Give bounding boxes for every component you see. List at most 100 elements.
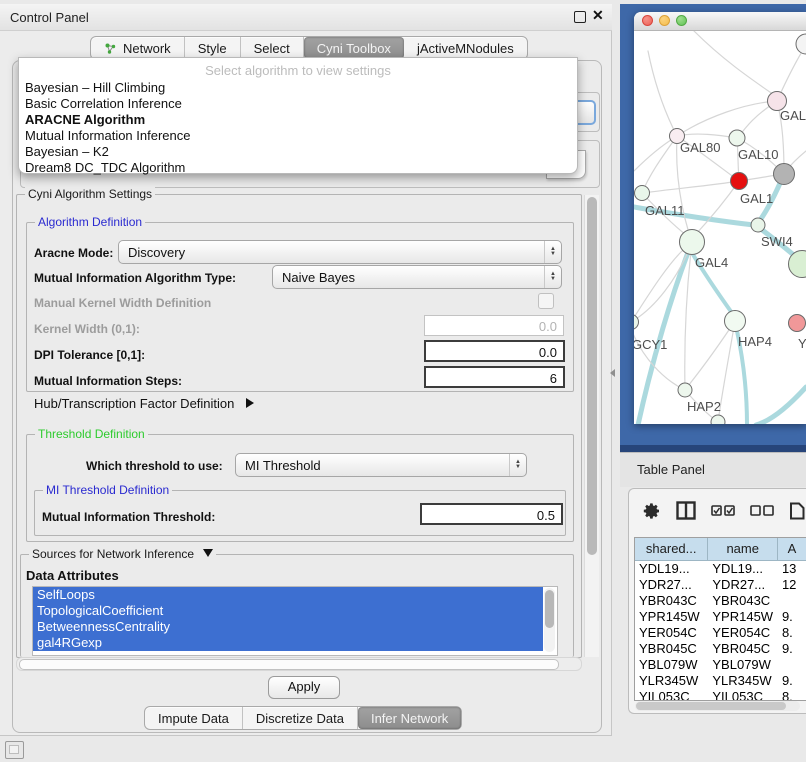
bottom-left-panel-grip[interactable] <box>5 741 24 759</box>
tab-impute-data[interactable]: Impute Data <box>145 707 243 729</box>
table-row[interactable]: YIL053CYIL053C8. <box>635 689 806 701</box>
table-cell[interactable]: YER054C <box>708 625 778 641</box>
data-attribute-item[interactable]: gal4RGexp <box>33 635 543 651</box>
network-node-y[interactable] <box>789 315 806 332</box>
settings-gear-icon[interactable] <box>643 502 661 520</box>
table-cell[interactable]: YPR145W <box>635 609 708 625</box>
table-cell[interactable]: YDL19... <box>635 561 708 577</box>
table-cell[interactable]: YPR145W <box>708 609 778 625</box>
network-node-hap2[interactable] <box>678 383 692 397</box>
network-edge[interactable] <box>634 242 692 322</box>
network-node-gal11[interactable] <box>635 186 650 201</box>
column-header-2[interactable]: name <box>708 538 778 560</box>
algorithm-option[interactable]: Basic Correlation Inference <box>19 96 577 112</box>
table-cell[interactable]: YLR345W <box>635 673 708 689</box>
table-cell[interactable]: YBL079W <box>635 657 708 673</box>
algorithm-option[interactable]: Dream8 DC_TDC Algorithm <box>19 160 577 176</box>
algorithm-option[interactable]: Bayesian – K2 <box>19 144 577 160</box>
network-view-window[interactable]: GALGAL80GAL10GAL1GAL11SWI4GAL4HAP4YGCY1H… <box>634 12 806 424</box>
table-cell[interactable]: 13 <box>778 561 806 577</box>
tab-cyni-toolbox[interactable]: Cyni Toolbox <box>304 37 404 59</box>
deselect-all-icon[interactable] <box>750 505 774 517</box>
table-horizontal-scrollbar[interactable] <box>635 701 800 711</box>
network-edge[interactable] <box>696 181 739 234</box>
table-cell[interactable]: YIL053C <box>708 689 778 701</box>
hub-definition-section[interactable]: Hub/Transcription Factor Definition <box>34 396 254 411</box>
network-edge[interactable] <box>688 321 735 386</box>
column-header-3[interactable]: A <box>778 538 806 560</box>
table-cell[interactable]: YBR043C <box>635 593 708 609</box>
dpi-tolerance-field[interactable]: 0.0 <box>424 340 565 362</box>
table-cell[interactable]: YER054C <box>635 625 708 641</box>
table-row[interactable]: YBR045CYBR045C9. <box>635 641 806 657</box>
network-node-gcy1[interactable] <box>634 315 639 330</box>
tab-infer-network[interactable]: Infer Network <box>358 707 461 729</box>
zoom-traffic-light[interactable] <box>676 15 687 26</box>
close-traffic-light[interactable] <box>642 15 653 26</box>
table-cell[interactable]: 9. <box>778 641 806 657</box>
settings-vertical-scrollbar[interactable] <box>584 195 599 657</box>
table-cell[interactable]: YBR045C <box>708 641 778 657</box>
network-node-gal10[interactable] <box>729 130 745 146</box>
select-all-icon[interactable] <box>711 505 735 517</box>
table-row[interactable]: YER054CYER054C8. <box>635 625 806 641</box>
data-attribute-item[interactable]: SelfLoops <box>33 587 543 603</box>
table-cell[interactable]: 8. <box>778 689 806 701</box>
table-cell[interactable]: 9. <box>778 609 806 625</box>
network-node[interactable] <box>774 164 795 185</box>
data-attribute-item[interactable]: TopologicalCoefficient <box>33 603 543 619</box>
algorithm-option[interactable]: ARACNE Algorithm <box>19 112 577 128</box>
settings-vscrollbar-thumb[interactable] <box>587 197 597 555</box>
network-node-swi4[interactable] <box>751 218 765 232</box>
table-row[interactable]: YBR043CYBR043C <box>635 593 806 609</box>
manual-kernel-checkbox[interactable] <box>538 293 554 309</box>
document-icon[interactable] <box>789 502 805 520</box>
kernel-width-field[interactable]: 0.0 <box>424 315 564 336</box>
which-threshold-combobox[interactable]: MI Threshold ▲▼ <box>235 453 527 477</box>
table-cell[interactable]: YBL079W <box>708 657 778 673</box>
network-edge[interactable] <box>756 387 806 424</box>
aracne-mode-combobox[interactable]: Discovery ▲▼ <box>118 240 562 264</box>
table-cell[interactable]: 12 <box>778 577 806 593</box>
table-cell[interactable]: 9. <box>778 673 806 689</box>
data-attribute-item[interactable]: BetweennessCentrality <box>33 619 543 635</box>
network-node[interactable] <box>711 415 725 424</box>
table-cell[interactable] <box>778 657 806 673</box>
table-row[interactable]: YDL19...YDL19...13 <box>635 561 806 577</box>
tab-discretize-data[interactable]: Discretize Data <box>243 707 358 729</box>
network-canvas[interactable]: GALGAL80GAL10GAL1GAL11SWI4GAL4HAP4YGCY1H… <box>634 31 806 424</box>
expanded-arrow-icon[interactable] <box>203 549 213 557</box>
algorithm-option[interactable]: Mutual Information Inference <box>19 128 577 144</box>
splitter-collapse-icon[interactable] <box>610 369 615 377</box>
table-row[interactable]: YPR145WYPR145W9. <box>635 609 806 625</box>
attributes-scrollbar-thumb[interactable] <box>545 590 554 628</box>
network-edge[interactable] <box>677 134 737 138</box>
table-cell[interactable]: YDL19... <box>708 561 778 577</box>
settings-horizontal-scrollbar[interactable] <box>16 657 582 671</box>
apply-button[interactable]: Apply <box>268 676 340 699</box>
network-edge[interactable] <box>677 101 777 136</box>
table-cell[interactable]: YBR045C <box>635 641 708 657</box>
table-cell[interactable] <box>778 593 806 609</box>
algorithm-option[interactable]: Bayesian – Hill Climbing <box>19 80 577 96</box>
mi-threshold-field[interactable]: 0.5 <box>420 503 563 525</box>
split-columns-icon[interactable] <box>676 501 696 520</box>
mi-steps-field[interactable]: 6 <box>424 366 565 388</box>
attributes-vertical-scrollbar[interactable] <box>544 588 555 652</box>
table-cell[interactable]: YLR345W <box>708 673 778 689</box>
tab-network[interactable]: Network <box>91 37 185 59</box>
close-icon[interactable]: ✕ <box>592 7 604 24</box>
mi-type-combobox[interactable]: Naive Bayes ▲▼ <box>272 265 562 289</box>
table-cell[interactable]: YIL053C <box>635 689 708 701</box>
network-node-gal1[interactable] <box>731 173 748 190</box>
network-node-hap4[interactable] <box>725 311 746 332</box>
settings-hscrollbar-thumb[interactable] <box>19 659 559 670</box>
minimize-traffic-light[interactable] <box>659 15 670 26</box>
tab-select[interactable]: Select <box>241 37 304 59</box>
table-panel-titlebar[interactable]: Table Panel <box>620 452 806 487</box>
network-node-gal4[interactable] <box>680 230 705 255</box>
restore-icon[interactable] <box>574 11 586 23</box>
table-cell[interactable]: YDR27... <box>708 577 778 593</box>
network-edge[interactable] <box>694 31 777 97</box>
network-edge[interactable] <box>648 51 677 136</box>
